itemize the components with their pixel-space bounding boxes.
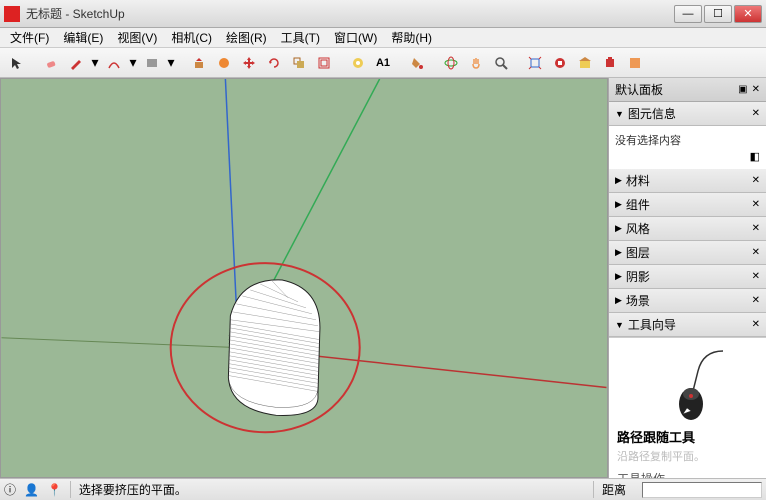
side-panel: 默认面板 ▣ ✕ ▼ 图元信息 ✕ 没有选择内容 ◧ ▶材料✕ ▶组件✕ ▶风格… — [608, 78, 766, 478]
pan-tool-icon[interactable] — [465, 52, 487, 74]
toolbar: ▾ ▾ ▾ A1 — [0, 48, 766, 78]
warehouse-tool-icon[interactable] — [574, 52, 596, 74]
expand-icon: ▶ — [615, 271, 622, 282]
minimize-button[interactable]: — — [674, 5, 702, 23]
pencil-tool-icon[interactable] — [65, 52, 87, 74]
close-panel-icon[interactable]: ✕ — [752, 271, 760, 282]
dropdown-icon[interactable]: ▾ — [90, 52, 100, 74]
close-panel-icon[interactable]: ✕ — [752, 319, 760, 330]
expand-icon: ▶ — [615, 247, 622, 258]
extension-tool-icon[interactable] — [599, 52, 621, 74]
panel-styles[interactable]: ▶风格✕ — [609, 217, 766, 241]
close-tray-icon[interactable]: ✕ — [752, 84, 760, 95]
title-bar: 无标题 - SketchUp — ☐ ✕ — [0, 0, 766, 28]
panel-scenes[interactable]: ▶场景✕ — [609, 289, 766, 313]
expand-icon: ▶ — [615, 295, 622, 306]
paint-tool-icon[interactable] — [406, 52, 428, 74]
axis-negred — [2, 338, 239, 348]
app-icon — [4, 6, 20, 22]
status-hint: 选择要挤压的平面。 — [70, 481, 195, 498]
panel-entity-body: 没有选择内容 ◧ — [609, 126, 766, 169]
rect-tool-icon[interactable] — [141, 52, 163, 74]
menu-help[interactable]: 帮助(H) — [385, 27, 438, 48]
expand-icon: ▶ — [615, 175, 622, 186]
status-bar: ⓘ 👤 📍 选择要挤压的平面。 距离 — [0, 478, 766, 500]
close-panel-icon[interactable]: ✕ — [752, 223, 760, 234]
pin-icon[interactable]: ▣ — [738, 84, 747, 95]
tape-tool-icon[interactable] — [347, 52, 369, 74]
followme-tool-icon[interactable] — [213, 52, 235, 74]
zoomext-tool-icon[interactable] — [524, 52, 546, 74]
close-button[interactable]: ✕ — [734, 5, 762, 23]
menu-bar: 文件(F) 编辑(E) 视图(V) 相机(C) 绘图(R) 工具(T) 窗口(W… — [0, 28, 766, 48]
distance-label: 距离 — [593, 481, 634, 498]
dropdown-icon[interactable]: ▾ — [166, 52, 176, 74]
select-tool-icon[interactable] — [6, 52, 28, 74]
collapse-icon: ▼ — [615, 320, 624, 330]
close-panel-icon[interactable]: ✕ — [752, 295, 760, 306]
menu-edit[interactable]: 编辑(E) — [57, 27, 109, 48]
maximize-button[interactable]: ☐ — [704, 5, 732, 23]
expand-icon: ▶ — [615, 223, 622, 234]
menu-camera[interactable]: 相机(C) — [165, 27, 218, 48]
tray-header[interactable]: 默认面板 ▣ ✕ — [609, 78, 766, 102]
panel-entity-label: 图元信息 — [628, 105, 676, 122]
window-title: 无标题 - SketchUp — [26, 5, 674, 22]
tool-name: 路径跟随工具 — [617, 427, 758, 446]
panel-components[interactable]: ▶组件✕ — [609, 193, 766, 217]
user-icon[interactable]: 👤 — [24, 483, 39, 497]
pushpull-tool-icon[interactable] — [188, 52, 210, 74]
text-tool-icon[interactable]: A1 — [372, 52, 394, 74]
viewport[interactable] — [0, 78, 608, 478]
panel-shadows[interactable]: ▶阴影✕ — [609, 265, 766, 289]
tray-title: 默认面板 — [615, 81, 663, 98]
distance-input[interactable] — [642, 482, 762, 498]
extruded-shape — [228, 280, 320, 416]
menu-tools[interactable]: 工具(T) — [275, 27, 326, 48]
offset-tool-icon[interactable] — [313, 52, 335, 74]
panel-materials[interactable]: ▶材料✕ — [609, 169, 766, 193]
expand-icon: ▶ — [615, 199, 622, 210]
scale-tool-icon[interactable] — [288, 52, 310, 74]
zoom-tool-icon[interactable] — [490, 52, 512, 74]
instructor-graphic — [643, 346, 733, 421]
rotate-tool-icon[interactable] — [263, 52, 285, 74]
instructor-body: 路径跟随工具 沿路径复制平面。 工具操作 找到要修改的几何图形的边线，此边线就是… — [609, 337, 766, 478]
close-panel-icon[interactable]: ✕ — [752, 175, 760, 186]
no-selection-text: 没有选择内容 — [615, 132, 760, 148]
tool-desc: 沿路径复制平面。 — [617, 448, 758, 464]
info-icon[interactable]: ⓘ — [4, 481, 16, 498]
close-panel-icon[interactable]: ✕ — [752, 199, 760, 210]
panel-entity-header[interactable]: ▼ 图元信息 ✕ — [609, 102, 766, 126]
window-controls: — ☐ ✕ — [674, 5, 762, 23]
eraser-tool-icon[interactable] — [40, 52, 62, 74]
menu-window[interactable]: 窗口(W) — [328, 27, 383, 48]
move-tool-icon[interactable] — [238, 52, 260, 74]
close-panel-icon[interactable]: ✕ — [752, 247, 760, 258]
ops-header: 工具操作 — [617, 470, 758, 478]
dropdown-icon[interactable]: ▾ — [128, 52, 138, 74]
collapse-icon: ▼ — [615, 109, 624, 119]
arc-tool-icon[interactable] — [103, 52, 125, 74]
geo-icon[interactable]: 📍 — [47, 483, 62, 497]
section-tool-icon[interactable] — [549, 52, 571, 74]
close-panel-icon[interactable]: ✕ — [752, 108, 760, 119]
menu-view[interactable]: 视图(V) — [111, 27, 163, 48]
panel-layers[interactable]: ▶图层✕ — [609, 241, 766, 265]
orbit-tool-icon[interactable] — [440, 52, 462, 74]
layout-tool-icon[interactable] — [624, 52, 646, 74]
panel-instructor-header[interactable]: ▼工具向导✕ — [609, 313, 766, 337]
details-icon[interactable]: ◧ — [750, 151, 760, 163]
menu-file[interactable]: 文件(F) — [4, 27, 55, 48]
menu-draw[interactable]: 绘图(R) — [220, 27, 273, 48]
